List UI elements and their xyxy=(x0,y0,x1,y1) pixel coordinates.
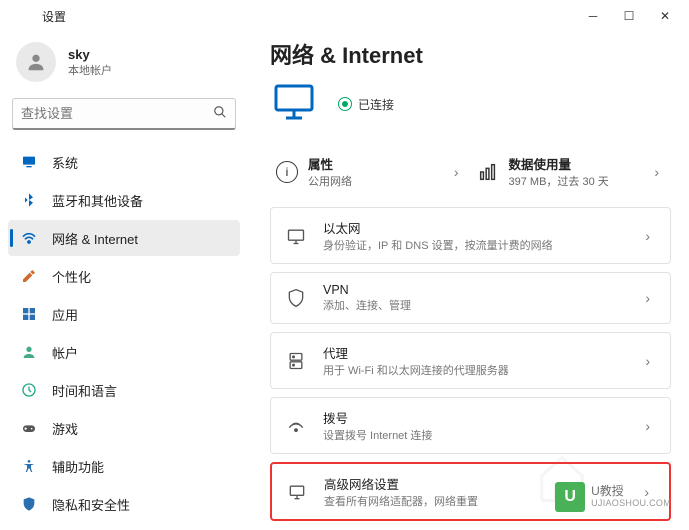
minimize-button[interactable]: ─ xyxy=(579,2,607,30)
item-sub: 身份验证，IP 和 DNS 设置，按流量计费的网络 xyxy=(323,237,553,253)
data-usage-sub: 397 MB，过去 30 天 xyxy=(509,173,609,189)
settings-list: 以太网 身份验证，IP 和 DNS 设置，按流量计费的网络 › VPN 添加、连… xyxy=(270,207,671,521)
item-title: 代理 xyxy=(323,343,509,362)
nav-label: 帐户 xyxy=(52,343,78,362)
nav-label: 网络 & Internet xyxy=(52,229,138,248)
search-icon xyxy=(213,105,227,122)
accounts-icon xyxy=(20,343,38,361)
nav-label: 应用 xyxy=(52,305,78,324)
nav-item-accounts[interactable]: 帐户 xyxy=(8,334,240,370)
window-controls: ─ ☐ ✕ xyxy=(579,2,679,30)
item-sub: 设置拨号 Internet 连接 xyxy=(323,427,432,443)
info-tiles-row: i 属性 公用网络 › 数据使用量 397 MB，过去 30 天 › xyxy=(270,146,671,197)
advanced-icon xyxy=(286,481,308,503)
avatar xyxy=(16,42,56,82)
nav-item-bluetooth[interactable]: 蓝牙和其他设备 xyxy=(8,182,240,218)
ethernet-icon xyxy=(285,225,307,247)
settings-item-dialup[interactable]: 拨号 设置拨号 Internet 连接 › xyxy=(270,397,671,454)
nav-label: 蓝牙和其他设备 xyxy=(52,191,143,210)
privacy-icon xyxy=(20,495,38,513)
user-name: sky xyxy=(68,47,112,62)
proxy-icon xyxy=(285,350,307,372)
gaming-icon xyxy=(20,419,38,437)
chevron-right-icon: › xyxy=(448,164,465,180)
search-box[interactable] xyxy=(12,98,236,130)
item-title: VPN xyxy=(323,283,411,297)
item-sub: 查看所有网络适配器，网络重置 xyxy=(324,493,478,509)
nav-label: 时间和语言 xyxy=(52,381,117,400)
info-icon: i xyxy=(276,161,298,183)
properties-tile[interactable]: i 属性 公用网络 › xyxy=(270,146,471,197)
properties-title: 属性 xyxy=(308,154,352,173)
main-content: 网络 & Internet 已连接 i 属性 公用网络 › xyxy=(248,32,689,530)
time-icon xyxy=(20,381,38,399)
connection-status: 已连接 xyxy=(338,96,394,113)
nav-list: 系统蓝牙和其他设备网络 & Internet 个性化应用帐户时间和语言游戏辅助功能… xyxy=(8,144,240,522)
watermark-url: UJIAOSHOU.COM xyxy=(591,499,671,509)
settings-item-proxy[interactable]: 代理 用于 Wi-Fi 和以太网连接的代理服务器 › xyxy=(270,332,671,389)
chevron-right-icon: › xyxy=(639,290,656,306)
item-title: 以太网 xyxy=(323,218,553,237)
network-icon xyxy=(20,229,38,247)
user-subtitle: 本地帐户 xyxy=(68,62,112,78)
search-input[interactable] xyxy=(21,106,213,121)
nav-item-system[interactable]: 系统 xyxy=(8,144,240,180)
nav-item-accessibility[interactable]: 辅助功能 xyxy=(8,448,240,484)
item-title: 拨号 xyxy=(323,408,432,427)
bluetooth-icon xyxy=(20,191,38,209)
nav-item-gaming[interactable]: 游戏 xyxy=(8,410,240,446)
chevron-right-icon: › xyxy=(639,228,656,244)
settings-item-ethernet[interactable]: 以太网 身份验证，IP 和 DNS 设置，按流量计费的网络 › xyxy=(270,207,671,264)
system-icon xyxy=(20,153,38,171)
item-title: 高级网络设置 xyxy=(324,474,478,493)
dialup-icon xyxy=(285,415,307,437)
close-button[interactable]: ✕ xyxy=(651,2,679,30)
nav-label: 隐私和安全性 xyxy=(52,495,130,514)
status-dot-icon xyxy=(338,97,352,111)
watermark-logo: U xyxy=(555,482,585,512)
data-usage-title: 数据使用量 xyxy=(509,154,609,173)
nav-label: 个性化 xyxy=(52,267,91,286)
user-profile[interactable]: sky 本地帐户 xyxy=(8,32,240,98)
chevron-right-icon: › xyxy=(648,164,665,180)
nav-label: 系统 xyxy=(52,153,78,172)
nav-label: 游戏 xyxy=(52,419,78,438)
item-sub: 用于 Wi-Fi 和以太网连接的代理服务器 xyxy=(323,362,509,378)
chevron-right-icon: › xyxy=(639,418,656,434)
network-hero: 已连接 xyxy=(270,80,671,128)
ethernet-icon xyxy=(270,80,318,128)
sidebar: sky 本地帐户 系统蓝牙和其他设备网络 & Internet 个性化应用帐户时间… xyxy=(0,32,248,530)
title-bar: 设置 ─ ☐ ✕ xyxy=(0,0,689,32)
page-title: 网络 & Internet xyxy=(270,38,671,70)
nav-label: 辅助功能 xyxy=(52,457,104,476)
watermark: U U教授 UJIAOSHOU.COM xyxy=(555,482,671,512)
accessibility-icon xyxy=(20,457,38,475)
maximize-button[interactable]: ☐ xyxy=(615,2,643,30)
settings-item-vpn[interactable]: VPN 添加、连接、管理 › xyxy=(270,272,671,324)
personalize-icon xyxy=(20,267,38,285)
vpn-icon xyxy=(285,287,307,309)
status-text: 已连接 xyxy=(358,96,394,113)
nav-item-apps[interactable]: 应用 xyxy=(8,296,240,332)
watermark-brand: U教授 xyxy=(591,485,671,498)
nav-item-time[interactable]: 时间和语言 xyxy=(8,372,240,408)
nav-item-personalize[interactable]: 个性化 xyxy=(8,258,240,294)
window-title: 设置 xyxy=(42,8,66,25)
data-usage-tile[interactable]: 数据使用量 397 MB，过去 30 天 › xyxy=(471,146,672,197)
item-sub: 添加、连接、管理 xyxy=(323,297,411,313)
nav-item-privacy[interactable]: 隐私和安全性 xyxy=(8,486,240,522)
apps-icon xyxy=(20,305,38,323)
data-usage-icon xyxy=(477,161,499,183)
nav-item-network[interactable]: 网络 & Internet xyxy=(8,220,240,256)
properties-sub: 公用网络 xyxy=(308,173,352,189)
chevron-right-icon: › xyxy=(639,353,656,369)
